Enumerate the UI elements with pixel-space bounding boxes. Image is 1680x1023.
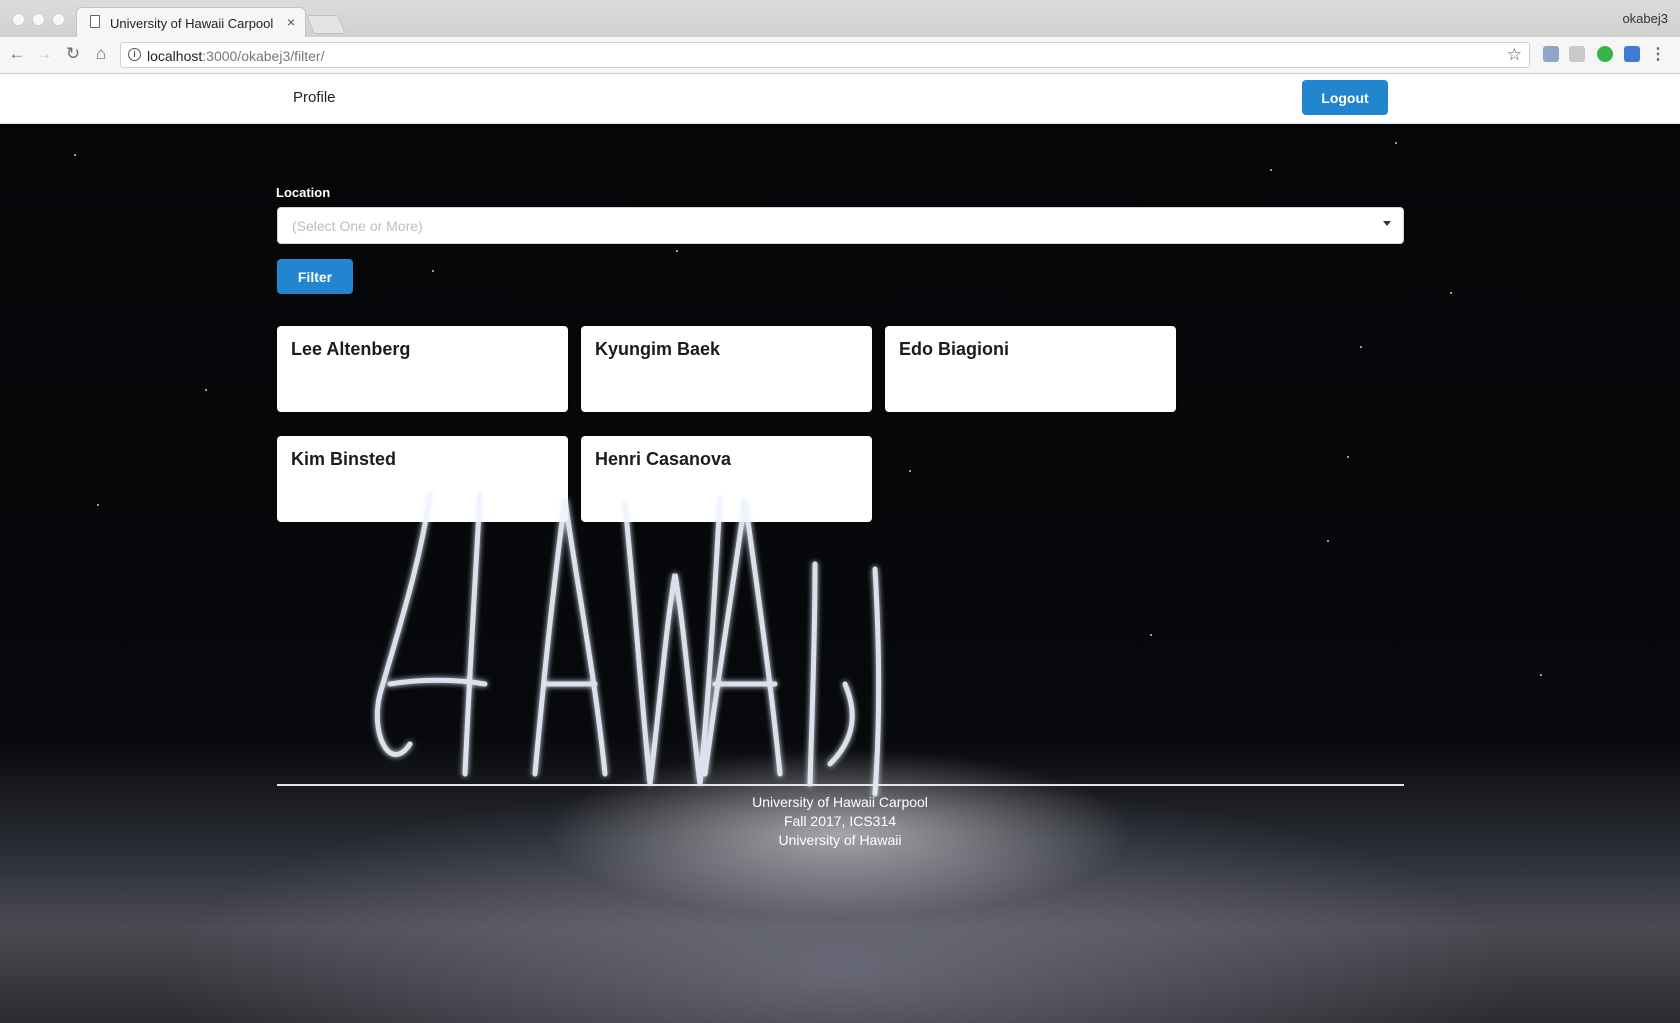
card-name: Lee Altenberg: [291, 339, 411, 359]
new-tab-button[interactable]: [306, 15, 346, 34]
footer-university: University of Hawaii: [778, 832, 902, 848]
nav-profile-link[interactable]: Profile: [293, 89, 336, 106]
back-icon[interactable]: ←: [7, 44, 27, 64]
footer-title: University of Hawaii Carpool: [752, 794, 928, 810]
home-icon[interactable]: ⌂: [91, 44, 111, 64]
profile-card[interactable]: Kyungim Baek: [581, 326, 872, 412]
maximize-window-button[interactable]: [52, 13, 65, 26]
url-text[interactable]: localhost:3000/okabej3/filter/: [147, 48, 324, 64]
card-name: Edo Biagioni: [899, 339, 1009, 359]
url-path: :3000/okabej3/filter/: [202, 48, 325, 64]
browser-toolbar: ← → ↻ ⌂ i localhost:3000/okabej3/filter/…: [0, 37, 1680, 74]
grammarly-icon[interactable]: [1597, 46, 1613, 62]
extension-icon[interactable]: [1624, 46, 1640, 62]
browser-tab[interactable]: University of Hawaii Carpool ×: [76, 7, 306, 38]
card-name: Kim Binsted: [291, 449, 397, 469]
page-background: Profile Logout Location (Select One or M…: [0, 74, 1680, 1023]
location-label: Location: [276, 185, 331, 200]
browser-profile-name[interactable]: okabej3: [1622, 11, 1668, 26]
card-name: Henri Casanova: [595, 449, 732, 469]
browser-tab-strip: University of Hawaii Carpool × okabej3: [0, 0, 1680, 38]
extension-icon[interactable]: [1543, 46, 1559, 62]
extension-icon[interactable]: [1569, 46, 1585, 62]
url-host: localhost: [147, 48, 203, 64]
profile-card[interactable]: Lee Altenberg: [277, 326, 568, 412]
star-icon[interactable]: ☆: [1507, 45, 1522, 65]
close-window-button[interactable]: [12, 13, 25, 26]
filter-button[interactable]: Filter: [277, 259, 353, 294]
chevron-down-icon: [1383, 221, 1391, 226]
forward-icon[interactable]: →: [34, 44, 54, 64]
tab-close-icon[interactable]: ×: [287, 14, 295, 30]
location-dropdown[interactable]: (Select One or More): [277, 207, 1404, 244]
reload-icon[interactable]: ↻: [63, 44, 83, 64]
menu-icon[interactable]: ⋮: [1650, 44, 1666, 64]
top-navbar: Profile Logout: [0, 74, 1680, 124]
card-name: Kyungim Baek: [595, 339, 721, 359]
footer-divider: [277, 784, 1404, 786]
logout-button[interactable]: Logout: [1302, 80, 1388, 115]
page-icon: [90, 15, 100, 28]
info-icon[interactable]: i: [128, 48, 141, 61]
address-bar[interactable]: i localhost:3000/okabej3/filter/ ☆: [120, 42, 1530, 68]
minimize-window-button[interactable]: [32, 13, 45, 26]
footer-course: Fall 2017, ICS314: [783, 813, 897, 829]
location-placeholder: (Select One or More): [292, 218, 423, 234]
profile-card[interactable]: Edo Biagioni: [885, 326, 1176, 412]
tab-title: University of Hawaii Carpool: [110, 16, 274, 31]
